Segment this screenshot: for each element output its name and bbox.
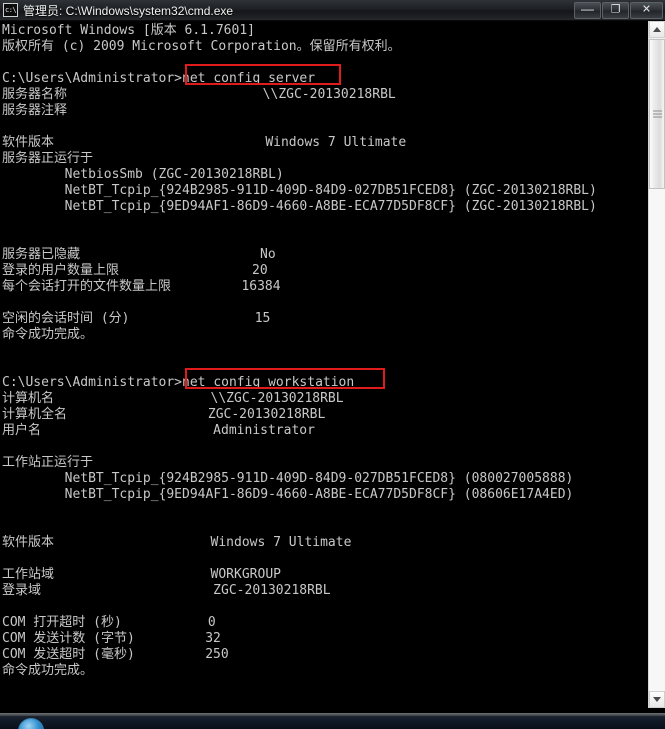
maximize-button[interactable]: ❐ xyxy=(602,1,629,19)
console-line-ws-computer-name: 计算机名 \\ZGC-20130218RBL xyxy=(2,391,344,406)
console-line-ws-user-name: 用户名 Administrator xyxy=(2,423,315,438)
console-line-blank-2 xyxy=(2,119,597,135)
vertical-scrollbar[interactable] xyxy=(648,21,665,708)
console-line-server-command-ok: 命令成功完成。 xyxy=(2,327,94,342)
console-line-server-max-open-files: 每个会话打开的文件数量上限 16384 xyxy=(2,279,281,294)
console-line-server-running-on: 服务器正运行于 xyxy=(2,151,94,166)
console-line-server-hidden: 服务器已隐藏 No xyxy=(2,247,276,262)
console-line-blank-8 xyxy=(2,439,597,455)
scrollbar-track[interactable] xyxy=(649,189,665,691)
console-line-ws-transport-1: NetBT_Tcpip_{924B2985-911D-409D-84D9-027… xyxy=(2,471,574,486)
window-controls: — ❐ ✕ xyxy=(573,1,665,20)
console-line-ws-running-on: 工作站正运行于 xyxy=(2,455,94,470)
console-line-server-transport-2: NetBT_Tcpip_{924B2985-911D-409D-84D9-027… xyxy=(2,183,597,198)
console-line-blank-11 xyxy=(2,551,597,567)
console-line-server-transport-1: NetbiosSmb (ZGC-20130218RBL) xyxy=(2,167,284,182)
minimize-button[interactable]: — xyxy=(574,1,601,19)
console-line-banner-copyright: 版权所有 (c) 2009 Microsoft Corporation。保留所有… xyxy=(2,39,401,54)
console-line-blank-3 xyxy=(2,215,597,231)
console-output-area[interactable]: Microsoft Windows [版本 6.1.7601] 版权所有 (c) … xyxy=(0,21,648,708)
console-line-blank-1 xyxy=(2,55,597,71)
console-line-blank-10 xyxy=(2,519,597,535)
console-line-blank-5 xyxy=(2,295,597,311)
console-line-ws-software-version: 软件版本 Windows 7 Ultimate xyxy=(2,535,352,550)
console-line-blank-13 xyxy=(2,679,597,695)
window-titlebar[interactable]: 管理员: C:\Windows\system32\cmd.exe — ❐ ✕ xyxy=(0,0,665,21)
minimize-icon: — xyxy=(581,1,594,16)
console-line-blank-4 xyxy=(2,231,597,247)
console-line-blank-12 xyxy=(2,599,597,615)
console-line-server-software-version: 软件版本 Windows 7 Ultimate xyxy=(2,135,407,150)
console-line-blank-9 xyxy=(2,503,597,519)
windows-taskbar[interactable] xyxy=(0,716,665,729)
console-line-ws-logon-domain: 登录域 ZGC-20130218RBL xyxy=(2,583,331,598)
scroll-up-button[interactable] xyxy=(649,21,665,38)
console-line-ws-transport-2: NetBT_Tcpip_{9ED94AF1-86D9-4660-A8BE-ECA… xyxy=(2,487,574,502)
console-line-banner-version: Microsoft Windows [版本 6.1.7601] xyxy=(2,23,255,38)
console-line-server-comment: 服务器注释 xyxy=(2,103,68,118)
titlebar-left-group: 管理员: C:\Windows\system32\cmd.exe xyxy=(0,2,573,19)
console-line-server-idle-session-time: 空闲的会话时间 (分) 15 xyxy=(2,311,271,326)
close-icon: ✕ xyxy=(641,3,652,16)
chevron-up-icon xyxy=(653,27,661,32)
scroll-down-button[interactable] xyxy=(649,691,665,708)
console-line-server-max-logged-users: 登录的用户数量上限 20 xyxy=(2,263,268,278)
console-line-ws-computer-fullname: 计算机全名 ZGC-20130218RBL xyxy=(2,407,326,422)
console-line-cmd-server: C:\Users\Administrator>net config server xyxy=(2,71,316,86)
console-line-server-name: 服务器名称 \\ZGC-20130218RBL xyxy=(2,87,396,102)
start-button-icon[interactable] xyxy=(18,718,44,729)
console-line-com-open-timeout: COM 打开超时 (秒) 0 xyxy=(2,615,216,630)
chevron-down-icon xyxy=(653,697,661,702)
maximize-icon: ❐ xyxy=(610,3,621,16)
console-line-ws-command-ok: 命令成功完成。 xyxy=(2,663,94,678)
console-line-server-transport-3: NetBT_Tcpip_{9ED94AF1-86D9-4660-A8BE-ECA… xyxy=(2,199,597,214)
console-line-com-send-count: COM 发送计数 (字节) 32 xyxy=(2,631,221,646)
scrollbar-grip-icon xyxy=(653,110,662,118)
console-text-buffer: Microsoft Windows [版本 6.1.7601] 版权所有 (c) … xyxy=(0,21,597,708)
console-line-blank-7 xyxy=(2,359,597,375)
window-title: 管理员: C:\Windows\system32\cmd.exe xyxy=(23,3,234,18)
cmd-console-icon xyxy=(3,3,18,17)
console-line-blank-6 xyxy=(2,343,597,359)
console-line-com-send-timeout: COM 发送超时 (毫秒) 250 xyxy=(2,647,229,662)
console-line-cmd-workstation: C:\Users\Administrator>net config workst… xyxy=(2,375,355,390)
scrollbar-thumb[interactable] xyxy=(649,39,665,189)
command-prompt-window: 管理员: C:\Windows\system32\cmd.exe — ❐ ✕ M… xyxy=(0,0,665,729)
console-line-blank-14 xyxy=(2,695,597,708)
console-line-ws-workstation-domain: 工作站域 WORKGROUP xyxy=(2,567,281,582)
close-button[interactable]: ✕ xyxy=(630,1,663,19)
